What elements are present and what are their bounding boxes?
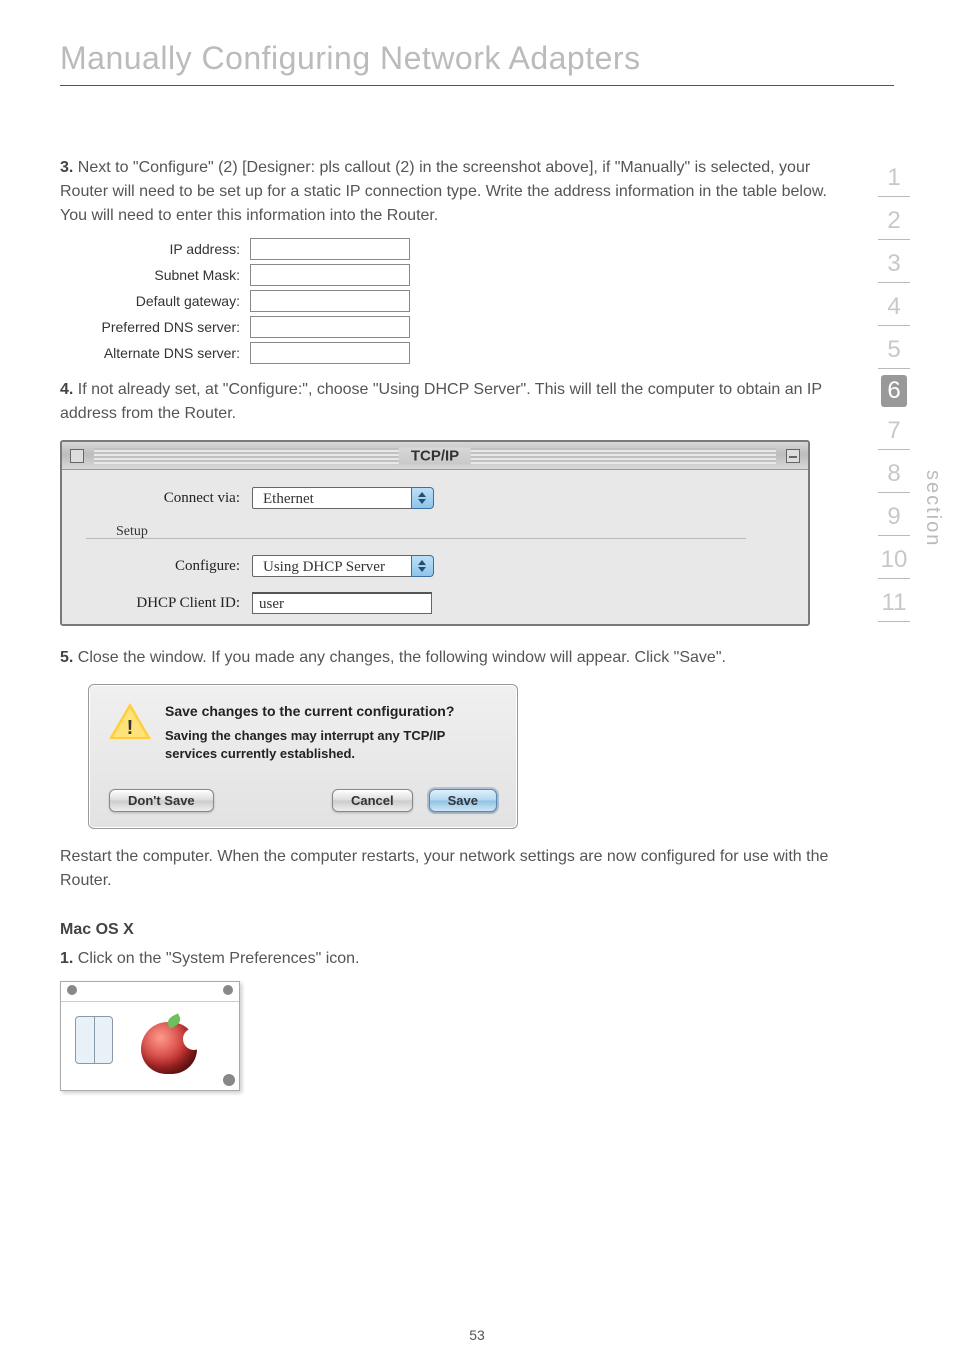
step-4-number: 4. — [60, 381, 73, 398]
close-icon[interactable] — [70, 449, 84, 463]
nav-4[interactable]: 4 — [878, 289, 910, 326]
warning-icon: ! — [109, 703, 151, 741]
collapse-icon[interactable] — [786, 449, 800, 463]
step-3: 3. Next to "Configure" (2) [Designer: pl… — [60, 156, 840, 228]
default-gateway-label: Default gateway: — [90, 293, 250, 309]
dock-dot-icon — [223, 985, 233, 995]
preferred-dns-label: Preferred DNS server: — [90, 319, 250, 335]
configure-value: Using DHCP Server — [252, 555, 412, 577]
alternate-dns-input[interactable] — [250, 342, 410, 364]
alternate-dns-label: Alternate DNS server: — [90, 345, 250, 361]
preferred-dns-input[interactable] — [250, 316, 410, 338]
connect-via-select[interactable]: Ethernet — [252, 486, 434, 510]
apple-icon — [131, 1010, 211, 1080]
ip-address-input[interactable] — [250, 238, 410, 260]
ip-row: Default gateway: — [90, 290, 840, 312]
macosx-step-1: 1. Click on the "System Preferences" ico… — [60, 947, 840, 971]
dock-dot-icon — [67, 985, 77, 995]
ip-row: Alternate DNS server: — [90, 342, 840, 364]
ip-address-label: IP address: — [90, 241, 250, 257]
cancel-button[interactable]: Cancel — [332, 789, 413, 812]
default-gateway-input[interactable] — [250, 290, 410, 312]
step-5-text: Close the window. If you made any change… — [73, 649, 726, 666]
configure-select[interactable]: Using DHCP Server — [252, 554, 434, 578]
nav-3[interactable]: 3 — [878, 246, 910, 283]
nav-7[interactable]: 7 — [878, 413, 910, 450]
connect-via-label: Connect via: — [92, 490, 252, 507]
ip-row: Subnet Mask: — [90, 264, 840, 286]
step-4: 4. If not already set, at "Configure:", … — [60, 378, 840, 426]
dropdown-arrows-icon — [412, 555, 434, 577]
dhcp-client-id-input[interactable]: user — [252, 592, 432, 614]
tcpip-window: TCP/IP Connect via: Ethernet Setup Confi… — [60, 440, 810, 626]
ip-settings-table: IP address: Subnet Mask: Default gateway… — [90, 238, 840, 364]
save-changes-dialog: ! Save changes to the current configurat… — [88, 684, 518, 829]
system-preferences-icon-block — [60, 981, 240, 1091]
step-5: 5. Close the window. If you made any cha… — [60, 646, 840, 670]
nav-10[interactable]: 10 — [878, 542, 910, 579]
macosx-heading: Mac OS X — [60, 921, 840, 939]
page-number: 53 — [469, 1327, 485, 1343]
setup-divider — [86, 538, 746, 539]
nav-11[interactable]: 11 — [878, 585, 910, 622]
nav-1[interactable]: 1 — [878, 160, 910, 197]
window-title: TCP/IP — [399, 447, 471, 464]
step-4-text: If not already set, at "Configure:", cho… — [60, 381, 822, 422]
macosx-step-1-text: Click on the "System Preferences" icon. — [73, 950, 359, 967]
ip-row: Preferred DNS server: — [90, 316, 840, 338]
restart-text: Restart the computer. When the computer … — [60, 845, 840, 893]
connect-via-value: Ethernet — [252, 487, 412, 509]
macosx-step-1-number: 1. — [60, 950, 73, 967]
page-title: Manually Configuring Network Adapters — [60, 40, 894, 86]
nav-6[interactable]: 6 — [881, 375, 907, 407]
dont-save-button[interactable]: Don't Save — [109, 789, 214, 812]
subnet-mask-input[interactable] — [250, 264, 410, 286]
ip-row: IP address: — [90, 238, 840, 260]
titlebar-stripes: TCP/IP — [94, 448, 776, 464]
configure-label: Configure: — [92, 558, 252, 575]
step-3-text: Next to "Configure" (2) [Designer: pls c… — [60, 159, 827, 224]
window-titlebar[interactable]: TCP/IP — [62, 442, 808, 470]
subnet-mask-label: Subnet Mask: — [90, 267, 250, 283]
window-body: Connect via: Ethernet Setup Configure: U… — [62, 470, 808, 624]
step-5-number: 5. — [60, 649, 73, 666]
nav-9[interactable]: 9 — [878, 499, 910, 536]
dialog-heading: Save changes to the current configuratio… — [165, 703, 497, 719]
dropdown-arrows-icon — [412, 487, 434, 509]
dialog-subtext: Saving the changes may interrupt any TCP… — [165, 727, 497, 763]
section-nav: 1 2 3 4 5 6 7 8 9 10 11 — [864, 160, 924, 628]
nav-8[interactable]: 8 — [878, 456, 910, 493]
nav-5[interactable]: 5 — [878, 332, 910, 369]
dhcp-client-id-label: DHCP Client ID: — [92, 595, 252, 612]
finder-icon — [75, 1016, 113, 1064]
gear-icon — [223, 1074, 235, 1086]
section-label: section — [921, 470, 944, 547]
step-3-number: 3. — [60, 159, 73, 176]
nav-2[interactable]: 2 — [878, 203, 910, 240]
save-button[interactable]: Save — [429, 789, 497, 812]
